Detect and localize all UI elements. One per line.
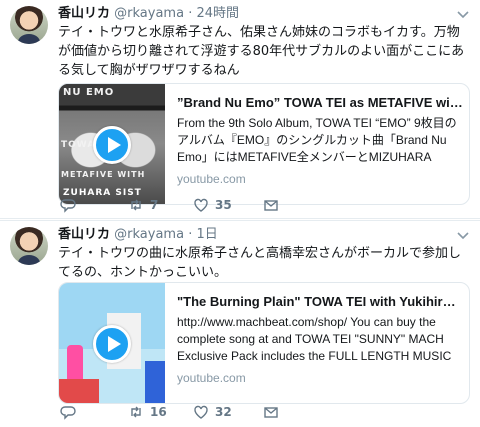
card-body: "The Burning Plain" TOWA TEI with Yukihi… [177,293,463,385]
like-count: 32 [215,405,232,419]
tweet-header: 香山リカ @rkayama · 1日 [58,226,218,244]
thumbnail-shape [145,361,165,403]
chevron-down-icon[interactable] [456,231,470,241]
card-body: ”Brand Nu Emo” TOWA TEI as METAFIVE with… [177,94,463,186]
envelope-icon [264,407,278,418]
reply-icon [60,199,76,213]
link-card[interactable]: NU EMO TOWA TEI METAFIVE WITH ZUHARA SIS… [58,83,470,205]
video-thumbnail[interactable]: NU EMO TOWA TEI METAFIVE WITH ZUHARA SIS… [59,84,165,204]
retweet-icon [131,199,141,211]
play-icon[interactable] [93,325,131,363]
retweet-button[interactable]: 7 [128,197,158,213]
tweet-header: 香山リカ @rkayama · 24時間 [58,5,239,23]
avatar[interactable] [10,227,48,265]
direct-message-button[interactable] [263,197,279,213]
reply-button[interactable] [60,197,82,213]
card-description: http://www.machbeat.com/shop/ You can bu… [177,315,452,363]
display-name[interactable]: 香山リカ [58,227,110,242]
retweet-count: 7 [150,198,159,212]
envelope-icon [264,200,278,211]
link-card[interactable]: "The Burning Plain" TOWA TEI with Yukihi… [58,282,470,404]
reply-button[interactable] [60,404,82,420]
timestamp[interactable]: 24時間 [196,6,239,21]
retweet-button[interactable]: 16 [128,404,167,420]
display-name[interactable]: 香山リカ [58,6,110,21]
reply-icon [60,406,76,420]
like-button[interactable]: 35 [193,197,232,213]
tweet[interactable]: 香山リカ @rkayama · 24時間 テイ・トウワと水原希子さん、佑果さん姉… [0,0,480,219]
heart-icon [194,405,208,419]
thumbnail-shape [59,379,99,403]
video-thumbnail[interactable] [59,283,165,403]
tweet[interactable]: 香山リカ @rkayama · 1日 テイ・トウワの曲に水原希子さんと高橋幸宏さ… [0,220,480,427]
direct-message-button[interactable] [263,404,279,420]
user-handle[interactable]: @rkayama [114,227,184,242]
tweet-text: テイ・トウワの曲に水原希子さんと高橋幸宏さんがボーカルで参加してるの、ホントかっ… [58,246,462,280]
like-count: 35 [215,198,232,212]
thumbnail-text: METAFIVE WITH [61,170,146,179]
card-title: "The Burning Plain" TOWA TEI with Yukihi… [177,294,463,309]
user-handle[interactable]: @rkayama [114,6,184,21]
retweet-icon [131,406,141,418]
timestamp[interactable]: 1日 [196,227,217,242]
retweet-count: 16 [150,405,167,419]
avatar[interactable] [10,6,48,44]
play-icon[interactable] [93,126,131,164]
heart-icon [194,198,208,212]
separator-dot: · [188,6,193,21]
chevron-down-icon[interactable] [456,10,470,20]
card-title: ”Brand Nu Emo” TOWA TEI as METAFIVE with… [177,95,463,110]
like-button[interactable]: 32 [193,404,232,420]
separator-dot: · [188,227,193,242]
card-description: From the 9th Solo Album, TOWA TEI “EMO” … [177,116,457,164]
thumbnail-text: NU EMO [63,87,115,98]
card-domain: youtube.com [177,371,246,385]
card-domain: youtube.com [177,172,246,186]
tweet-text: テイ・トウワと水原希子さん、佑果さん姉妹のコラボもイカす。万物が価値から切り離さ… [58,25,465,78]
